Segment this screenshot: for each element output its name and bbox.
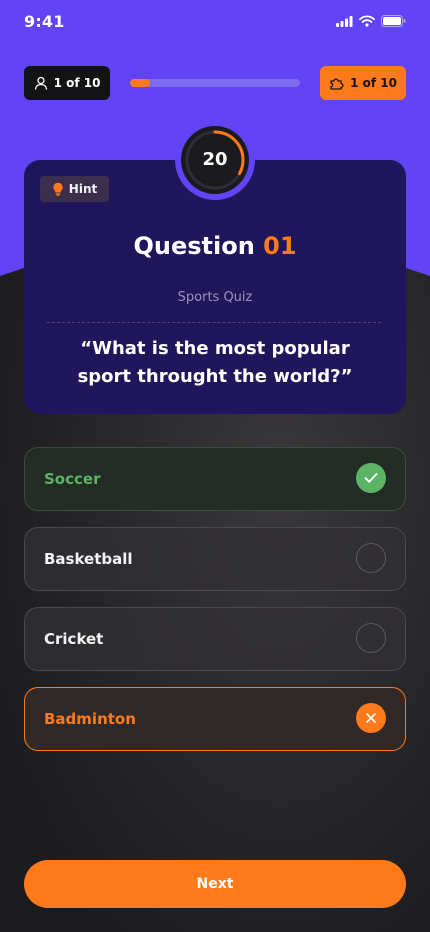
check-icon xyxy=(356,463,386,493)
cellular-signal-icon xyxy=(336,15,353,27)
answer-option-badminton[interactable]: Badminton xyxy=(24,687,406,751)
status-bar: 9:41 xyxy=(0,0,430,44)
answer-option-label: Soccer xyxy=(44,470,101,488)
players-counter[interactable]: 1 of 10 xyxy=(24,66,110,100)
quiz-top-bar: 1 of 10 1 of 10 xyxy=(24,66,406,100)
countdown-timer: 20 xyxy=(175,120,255,200)
card-divider xyxy=(47,322,381,323)
close-icon xyxy=(356,703,386,733)
radio-empty-icon xyxy=(356,543,386,573)
status-time: 9:41 xyxy=(24,12,65,31)
question-text: “What is the most popular sport throught… xyxy=(77,338,353,387)
battery-icon xyxy=(381,15,406,27)
answer-option-basketball[interactable]: Basketball xyxy=(24,527,406,591)
question-title: Question 01 xyxy=(24,232,406,260)
hint-label: Hint xyxy=(68,182,98,196)
status-icons xyxy=(336,15,406,27)
quiz-category: Sports Quiz xyxy=(177,290,253,305)
timer-value: 20 xyxy=(202,149,228,170)
players-counter-label: 1 of 10 xyxy=(53,76,101,90)
answer-option-label: Basketball xyxy=(44,550,133,568)
lightbulb-icon xyxy=(53,182,63,196)
score-counter[interactable]: 1 of 10 xyxy=(320,66,406,100)
radio-empty-icon xyxy=(356,623,386,653)
user-icon xyxy=(34,76,47,90)
quiz-progress-fill xyxy=(130,79,151,87)
wifi-icon xyxy=(359,15,375,27)
answer-option-soccer[interactable]: Soccer xyxy=(24,447,406,511)
next-button[interactable]: Next xyxy=(24,860,406,908)
question-number: 01 xyxy=(263,232,297,260)
question-title-prefix: Question xyxy=(133,232,255,260)
answer-option-label: Cricket xyxy=(44,630,104,648)
quiz-progress-bar xyxy=(130,79,300,87)
puzzle-icon xyxy=(330,78,344,90)
answer-option-cricket[interactable]: Cricket xyxy=(24,607,406,671)
answer-option-label: Badminton xyxy=(44,710,136,728)
hint-button[interactable]: Hint xyxy=(40,176,109,202)
score-counter-label: 1 of 10 xyxy=(350,76,397,90)
